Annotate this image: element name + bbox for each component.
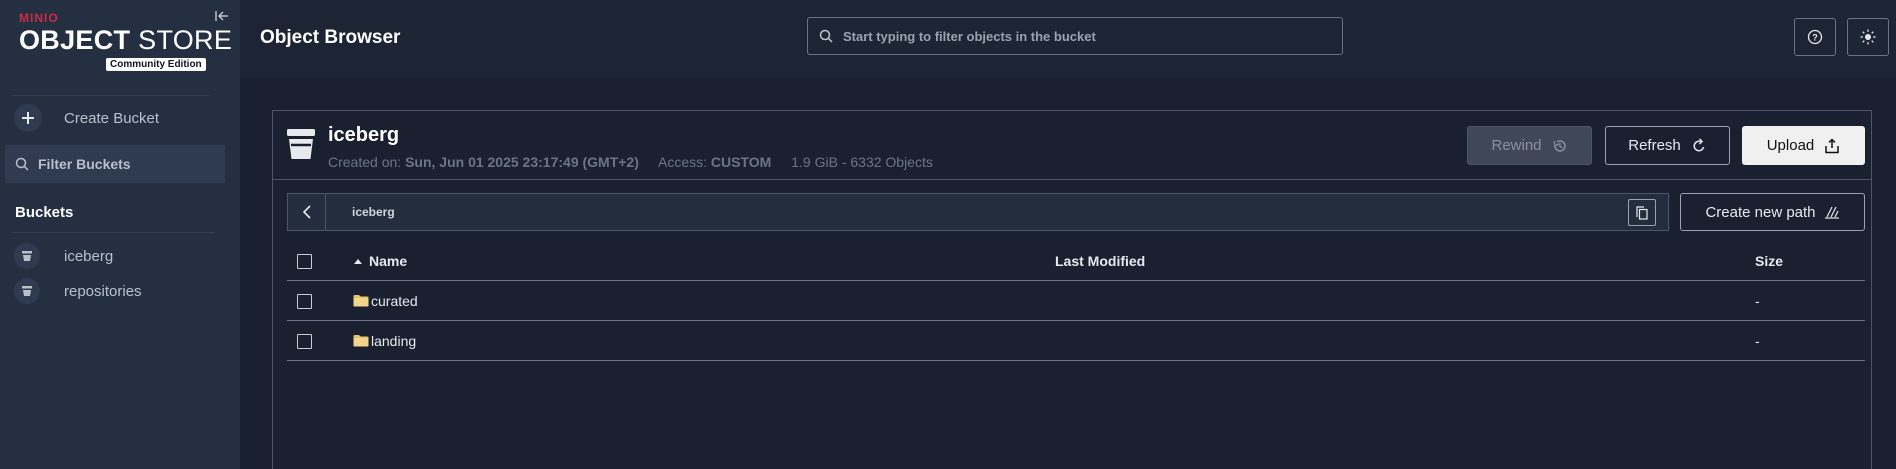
object-name[interactable]: curated bbox=[371, 293, 418, 309]
breadcrumb-path[interactable]: iceberg bbox=[352, 205, 395, 219]
sidebar-divider bbox=[12, 95, 210, 96]
chevron-left-icon bbox=[302, 205, 311, 219]
object-search-field[interactable] bbox=[807, 17, 1343, 55]
sidebar-bucket-label: iceberg bbox=[64, 247, 114, 265]
create-new-path-button[interactable]: Create new path bbox=[1680, 193, 1865, 231]
copy-path-button[interactable] bbox=[1628, 199, 1656, 226]
bucket-header: iceberg Created on: Sun, Jun 01 2025 23:… bbox=[273, 111, 1871, 180]
sort-ascending-icon[interactable] bbox=[353, 258, 363, 264]
refresh-label: Refresh bbox=[1628, 137, 1681, 154]
back-button[interactable] bbox=[288, 194, 326, 230]
sidebar-bucket-iceberg[interactable]: iceberg bbox=[14, 243, 113, 269]
path-breadcrumb-bar: iceberg bbox=[287, 193, 1669, 231]
bucket-icon bbox=[287, 129, 315, 159]
logo-brand: MINIO bbox=[19, 11, 59, 25]
plus-icon bbox=[14, 104, 42, 132]
logo-product-bold: OBJECT bbox=[19, 25, 131, 55]
table-row[interactable]: landing - bbox=[287, 321, 1865, 361]
folder-icon bbox=[353, 295, 369, 307]
minio-logo[interactable]: MINIO OBJECT STORE Community Edition bbox=[19, 12, 232, 72]
copy-icon bbox=[1636, 205, 1648, 220]
object-size: - bbox=[1755, 333, 1760, 349]
help-icon: ? bbox=[1807, 29, 1823, 45]
select-all-checkbox[interactable] bbox=[297, 254, 312, 269]
theme-toggle-button[interactable] bbox=[1847, 18, 1889, 56]
column-header-last-modified[interactable]: Last Modified bbox=[1055, 253, 1145, 269]
bucket-icon bbox=[14, 243, 40, 269]
filter-buckets-input[interactable] bbox=[38, 156, 218, 172]
bucket-icon bbox=[14, 278, 40, 304]
bucket-panel: iceberg Created on: Sun, Jun 01 2025 23:… bbox=[272, 110, 1872, 469]
sun-icon bbox=[1860, 29, 1876, 45]
access-label: Access: bbox=[658, 154, 708, 170]
new-path-icon bbox=[1824, 206, 1839, 219]
created-value: Sun, Jun 01 2025 23:17:49 (GMT+2) bbox=[405, 154, 639, 170]
object-name[interactable]: landing bbox=[371, 333, 416, 349]
help-button[interactable]: ? bbox=[1794, 18, 1836, 56]
object-size: - bbox=[1755, 293, 1760, 309]
bucket-usage: 1.9 GiB - 6332 Objects bbox=[791, 154, 933, 170]
column-header-size[interactable]: Size bbox=[1755, 253, 1783, 269]
objects-table: Name Last Modified Size curated - landin… bbox=[287, 241, 1865, 361]
row-checkbox[interactable] bbox=[297, 334, 312, 349]
svg-text:?: ? bbox=[1812, 33, 1818, 43]
filter-buckets-field[interactable] bbox=[5, 145, 225, 183]
sidebar: MINIO OBJECT STORE Community Edition Cre… bbox=[0, 0, 240, 469]
access-value: CUSTOM bbox=[710, 154, 772, 170]
sidebar-divider bbox=[12, 232, 215, 233]
create-bucket-button[interactable]: Create Bucket bbox=[14, 104, 159, 132]
create-path-label: Create new path bbox=[1705, 203, 1816, 221]
bucket-meta: Created on: Sun, Jun 01 2025 23:17:49 (G… bbox=[328, 154, 933, 170]
sidebar-bucket-repositories[interactable]: repositories bbox=[14, 278, 142, 304]
rewind-label: Rewind bbox=[1491, 137, 1542, 154]
search-icon bbox=[819, 29, 833, 43]
table-row[interactable]: curated - bbox=[287, 281, 1865, 321]
upload-icon bbox=[1825, 137, 1840, 153]
created-label: Created on: bbox=[328, 154, 402, 170]
history-icon bbox=[1552, 139, 1566, 152]
row-checkbox[interactable] bbox=[297, 294, 312, 309]
logo-product-rest: STORE bbox=[130, 25, 233, 55]
rewind-button[interactable]: Rewind bbox=[1467, 126, 1592, 165]
top-header: Object Browser ? bbox=[240, 0, 1896, 78]
upload-button[interactable]: Upload bbox=[1742, 126, 1865, 165]
refresh-icon bbox=[1693, 137, 1704, 151]
buckets-section-title: Buckets bbox=[15, 204, 74, 221]
bucket-name: iceberg bbox=[328, 124, 400, 146]
table-header: Name Last Modified Size bbox=[287, 241, 1865, 281]
search-icon bbox=[15, 157, 29, 171]
create-bucket-label: Create Bucket bbox=[64, 109, 160, 127]
refresh-button[interactable]: Refresh bbox=[1605, 126, 1730, 165]
sidebar-bucket-label: repositories bbox=[64, 282, 142, 300]
upload-label: Upload bbox=[1766, 137, 1815, 154]
column-header-name[interactable]: Name bbox=[369, 253, 407, 269]
folder-icon bbox=[353, 335, 369, 347]
edition-badge: Community Edition bbox=[106, 58, 206, 71]
object-search-input[interactable] bbox=[843, 28, 1323, 44]
page-title: Object Browser bbox=[260, 27, 401, 48]
collapse-sidebar-icon[interactable] bbox=[214, 8, 230, 24]
